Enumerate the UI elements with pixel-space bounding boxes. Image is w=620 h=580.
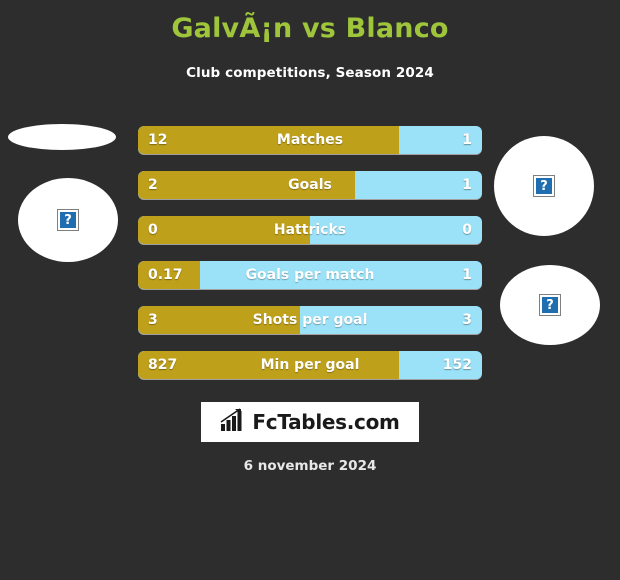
fctables-logo[interactable]: FcTables.com bbox=[201, 402, 419, 442]
stat-comparison-page: GalvÃ¡n vs Blanco Club competitions, Sea… bbox=[0, 0, 620, 580]
stat-value-right: 3 bbox=[462, 312, 472, 328]
stat-label: Matches bbox=[276, 132, 344, 148]
stat-label: Min per goal bbox=[260, 357, 360, 373]
stat-value-right: 152 bbox=[442, 357, 472, 373]
stat-label: Shots per goal bbox=[252, 312, 368, 328]
footer-date: 6 november 2024 bbox=[243, 458, 377, 474]
stat-value-right: 1 bbox=[462, 132, 472, 148]
stat-value-left: 2 bbox=[148, 177, 158, 193]
page-title: GalvÃ¡n vs Blanco bbox=[171, 13, 449, 44]
stat-label: Goals per match bbox=[245, 267, 375, 283]
logo-text: FcTables.com bbox=[252, 410, 400, 434]
stat-value-left: 827 bbox=[148, 357, 178, 373]
right-team-logo-placeholder: ? bbox=[500, 265, 600, 345]
right-player-photo-placeholder: ? bbox=[494, 136, 594, 236]
left-player-photo-placeholder: ? bbox=[18, 178, 118, 262]
stat-row-goals: 2 Goals 1 bbox=[138, 171, 482, 199]
stat-row-min-per-goal: 827 Min per goal 152 bbox=[138, 351, 482, 379]
stat-value-left: 3 bbox=[148, 312, 158, 328]
stat-bar-list: 12 Matches 1 2 Goals 1 0 Hattricks 0 0.1… bbox=[138, 126, 482, 396]
stat-value-left: 0 bbox=[148, 222, 158, 238]
stat-label: Hattricks bbox=[273, 222, 347, 238]
missing-image-icon: ? bbox=[57, 209, 79, 231]
stat-row-matches: 12 Matches 1 bbox=[138, 126, 482, 154]
bar-chart-growth-icon bbox=[220, 408, 246, 436]
stat-row-shots-per-goal: 3 Shots per goal 3 bbox=[138, 306, 482, 334]
stat-value-left: 0.17 bbox=[148, 267, 183, 283]
stat-value-right: 1 bbox=[462, 267, 472, 283]
stat-value-right: 0 bbox=[462, 222, 472, 238]
missing-image-icon: ? bbox=[539, 294, 561, 316]
stat-label: Goals bbox=[288, 177, 332, 193]
stat-row-hattricks: 0 Hattricks 0 bbox=[138, 216, 482, 244]
stat-value-left: 12 bbox=[148, 132, 168, 148]
missing-image-icon: ? bbox=[533, 175, 555, 197]
page-subtitle: Club competitions, Season 2024 bbox=[186, 65, 434, 81]
stat-row-goals-per-match: 0.17 Goals per match 1 bbox=[138, 261, 482, 289]
left-team-logo-placeholder bbox=[8, 124, 116, 150]
stat-value-right: 1 bbox=[462, 177, 472, 193]
